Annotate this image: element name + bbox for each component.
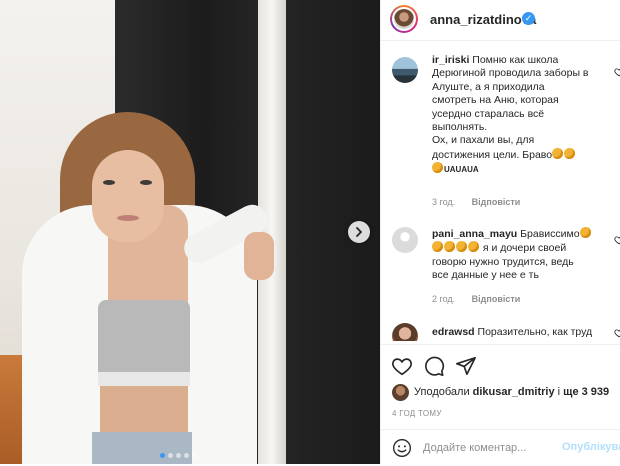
likes-count-link[interactable]: ще 3 939 — [563, 386, 609, 398]
comment-username[interactable]: pani_anna_mayu — [432, 228, 517, 240]
carousel-indicator — [160, 453, 197, 458]
like-comment-button[interactable] — [614, 328, 620, 338]
comment-text: Помню как школа Дерюгиной проводила забо… — [432, 54, 589, 161]
likes-summary: Уподобали dikusar_dmitriy і ще 3 939 — [392, 383, 617, 403]
comment-button[interactable] — [423, 355, 445, 377]
emoji-icon — [393, 439, 411, 457]
comment-username[interactable]: edrawsd — [432, 326, 475, 338]
verified-icon: ✓ — [522, 12, 535, 25]
clapping-hands-icon — [456, 241, 467, 253]
photo-midriff — [100, 386, 188, 436]
comment-time: 2 год. — [432, 294, 456, 304]
clapping-hands-icon — [564, 147, 576, 159]
post-side-panel: anna_rizatdinova ✓ ir_iriski Помню как ш… — [380, 0, 620, 464]
post-header: anna_rizatdinova ✓ — [381, 0, 620, 41]
commenter-avatar[interactable] — [392, 323, 418, 341]
carousel-next-button[interactable] — [348, 221, 370, 243]
add-comment-bar: Опублікувати — [381, 429, 620, 466]
comment-meta: 2 год. Відповісти — [432, 294, 534, 304]
likes-prefix: Уподобали — [414, 386, 470, 398]
like-comment-button[interactable] — [614, 235, 620, 245]
clapping-hands-icon — [552, 147, 564, 159]
commenter-avatar[interactable] — [392, 227, 418, 253]
comment-text-tail: UAUAUA — [444, 165, 479, 175]
comment-text: Брависсимо — [520, 228, 580, 240]
likes-text: Уподобали dikusar_dmitriy і ще 3 939 — [414, 386, 609, 398]
liker-avatar[interactable] — [392, 384, 409, 401]
like-comment-button[interactable] — [614, 67, 620, 77]
post-comment-button[interactable]: Опублікувати — [562, 441, 620, 453]
comment-icon — [425, 356, 445, 376]
carousel-dot-active — [160, 453, 165, 458]
clapping-hands-icon — [579, 227, 591, 238]
carousel-dot — [192, 453, 197, 458]
photo-waistband — [98, 372, 190, 386]
emoji-button[interactable] — [392, 438, 412, 458]
heart-icon — [392, 358, 412, 376]
photo-hand — [244, 232, 274, 280]
post-timestamp[interactable]: 4 ГОД ТОМУ — [392, 409, 442, 418]
photo-eye — [103, 180, 115, 185]
comment-body: ir_iriski Помню как школа Дерюгиной пров… — [432, 54, 592, 177]
commenter-avatar[interactable] — [392, 57, 418, 83]
comment-body: edrawsd Поразительно, как труд — [432, 326, 607, 339]
photo-sports-top — [98, 300, 190, 380]
comment-body: pani_anna_mayu Брависсимо я и дочери сво… — [432, 227, 592, 283]
heart-icon — [614, 329, 620, 338]
author-username[interactable]: anna_rizatdinova — [430, 12, 536, 27]
share-icon — [456, 356, 476, 376]
reply-button[interactable]: Відповісти — [472, 294, 521, 304]
post-media[interactable] — [0, 0, 380, 464]
clapping-hands-icon — [444, 241, 455, 253]
comment-meta: 3 год. Відповісти — [432, 197, 534, 207]
like-button[interactable] — [391, 355, 413, 377]
comment-text: Поразительно, как труд — [477, 326, 593, 338]
carousel-dot — [176, 453, 181, 458]
clapping-hands-icon — [432, 162, 443, 174]
comments-list[interactable]: ir_iriski Помню как школа Дерюгиной пров… — [381, 41, 620, 341]
photo-face — [92, 150, 164, 242]
share-button[interactable] — [455, 355, 477, 377]
post-actions: Уподобали dikusar_dmitriy і ще 3 939 4 Г… — [381, 344, 620, 465]
clapping-hands-icon — [468, 241, 479, 253]
comment-time: 3 год. — [432, 197, 456, 207]
chevron-right-icon — [356, 227, 362, 237]
comment-input[interactable] — [423, 439, 553, 457]
photo-lips — [117, 215, 139, 221]
heart-icon — [614, 236, 620, 245]
clapping-hands-icon — [432, 241, 443, 253]
liker-username[interactable]: dikusar_dmitriy — [473, 386, 555, 398]
author-avatar[interactable] — [390, 5, 418, 33]
reply-button[interactable]: Відповісти — [472, 197, 521, 207]
carousel-dot — [184, 453, 189, 458]
likes-connector: і — [557, 386, 561, 398]
photo-eye — [140, 180, 152, 185]
heart-icon — [614, 68, 620, 77]
comment-username[interactable]: ir_iriski — [432, 54, 469, 66]
carousel-dot — [168, 453, 173, 458]
photo-jeans — [92, 432, 192, 464]
